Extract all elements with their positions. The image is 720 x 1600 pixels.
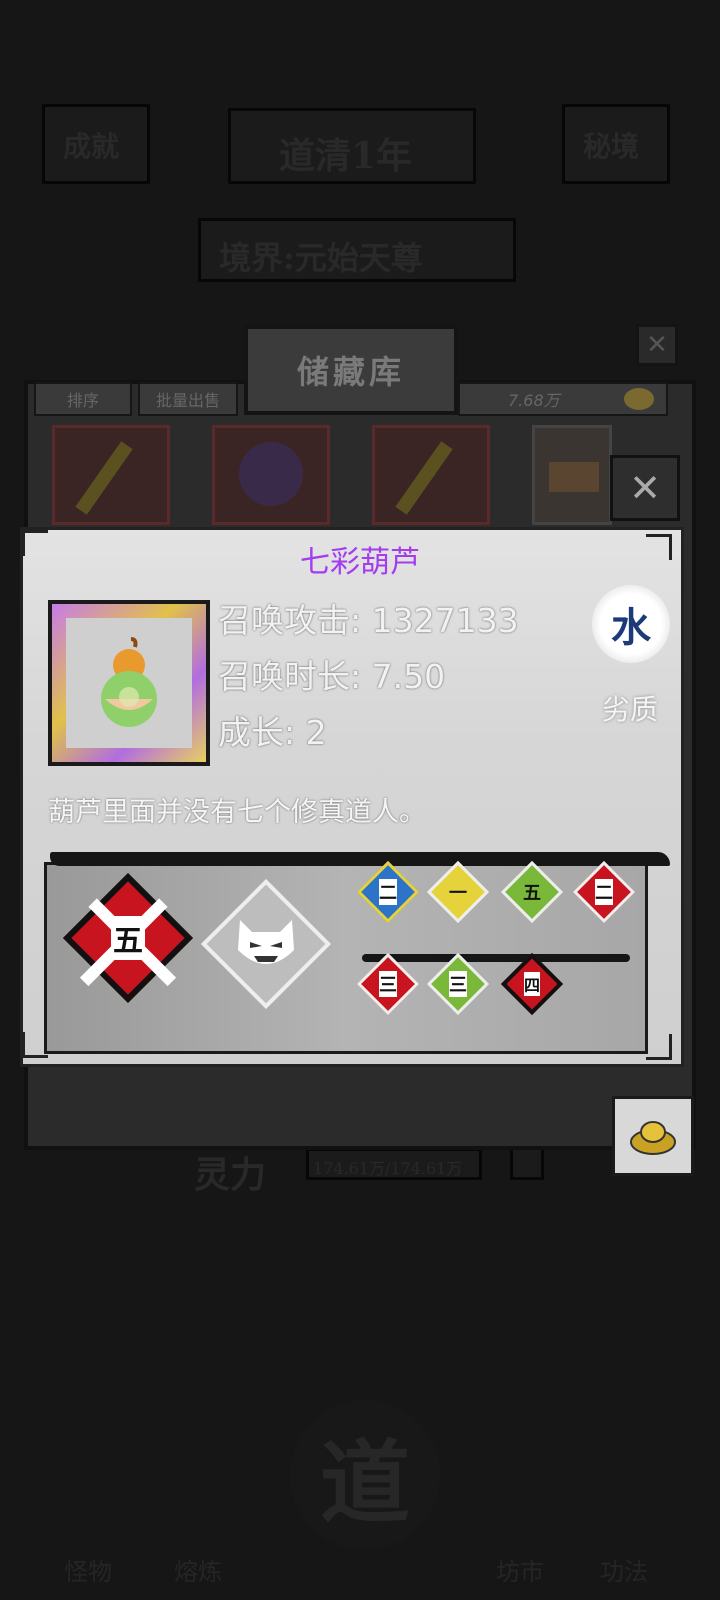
rank-label: 二	[379, 879, 397, 905]
demon-face-icon	[238, 920, 294, 964]
rank-label: 五	[111, 916, 145, 960]
demon-item-icon	[239, 442, 303, 506]
storage-slot[interactable]	[532, 425, 612, 525]
currency-amount: 7.68万	[508, 391, 560, 410]
rank-label: 三	[449, 971, 467, 997]
batch-sell-button[interactable]: 批量出售	[138, 382, 238, 416]
storage-title: 储藏库	[244, 325, 458, 415]
stat-label: 成长:	[218, 713, 296, 752]
element-badge: 水	[592, 585, 670, 663]
stat-value: 2	[305, 713, 327, 752]
item-description: 葫芦里面并没有七个修真道人。	[48, 797, 426, 828]
panel-corner	[646, 1034, 672, 1060]
quality-label: 劣质	[601, 693, 658, 726]
item-name: 七彩葫芦	[300, 545, 420, 580]
ink-brush-stroke	[50, 852, 670, 866]
currency-display: 7.68万	[458, 382, 668, 416]
gold-ingot-icon	[630, 1121, 676, 1155]
stat-value: 1327133	[371, 601, 519, 640]
element-label: 水	[611, 604, 651, 651]
rank-label: 四	[523, 971, 541, 996]
brick-item-icon	[549, 462, 599, 492]
storage-slot[interactable]	[212, 425, 330, 525]
summon-attack-stat: 召唤攻击: 1327133	[218, 594, 519, 642]
stat-label: 召唤时长:	[218, 657, 362, 696]
sort-button[interactable]: 排序	[34, 382, 132, 416]
item-close-button[interactable]: ✕	[610, 455, 680, 521]
storage-slot[interactable]	[52, 425, 170, 525]
storage-slot[interactable]	[372, 425, 490, 525]
sword-item-icon	[75, 441, 133, 515]
close-icon: ✕	[646, 330, 668, 360]
rank-label: 二	[595, 879, 613, 905]
gold-ingot-icon	[624, 388, 654, 410]
gold-ingot-button[interactable]	[612, 1096, 694, 1176]
rank-label: 五	[523, 883, 541, 904]
rank-label: 一	[449, 883, 467, 904]
close-icon: ✕	[629, 466, 661, 510]
summon-duration-stat: 召唤时长: 7.50	[218, 650, 445, 698]
rank-label: 三	[379, 971, 397, 997]
gourd-icon	[101, 637, 157, 727]
item-icon-frame	[48, 600, 210, 766]
storage-close-button[interactable]: ✕	[636, 324, 678, 366]
stat-label: 召唤攻击:	[218, 601, 362, 640]
stat-value: 7.50	[371, 657, 446, 696]
sword-item-icon	[395, 441, 453, 515]
growth-stat: 成长: 2	[218, 706, 327, 754]
ink-brush-stroke	[362, 954, 630, 962]
